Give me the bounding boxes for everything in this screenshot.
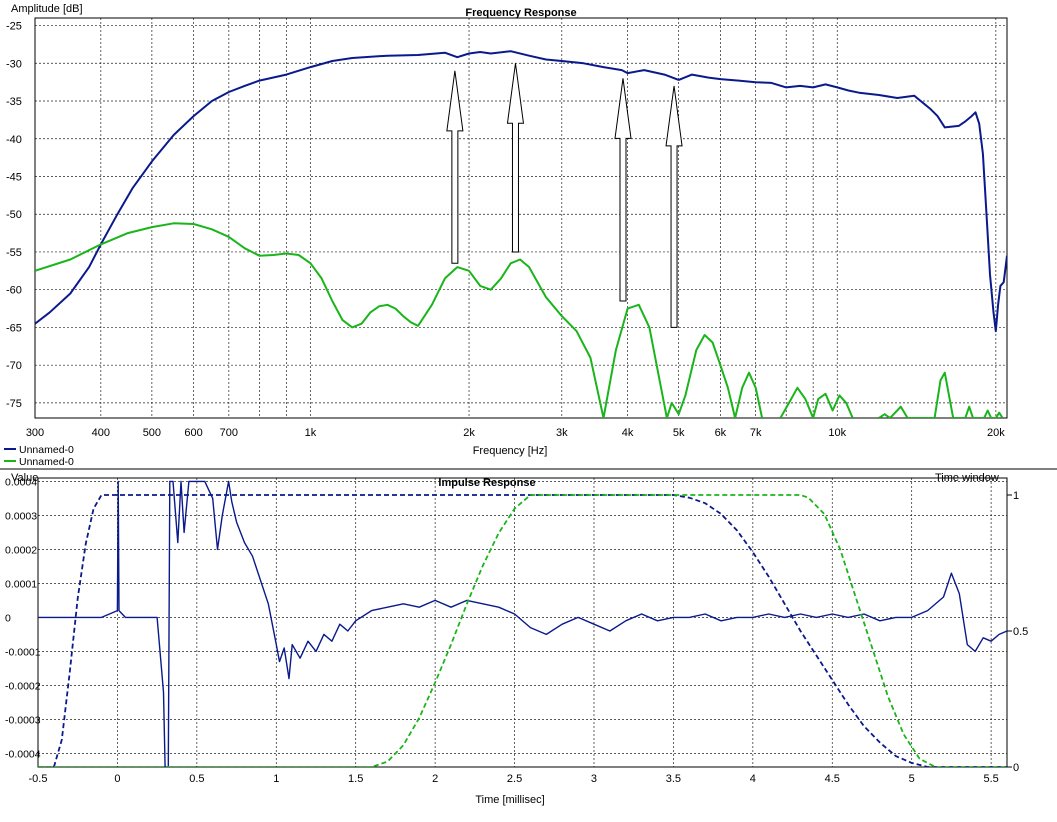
impulse-x-tick: 1.5 (348, 773, 363, 785)
impulse-x-tick: 4 (750, 773, 756, 785)
freq-x-tick: 4k (622, 427, 634, 439)
freq-y-tick: -75 (6, 398, 22, 410)
impulse-y-tick: 0 (5, 612, 11, 624)
freq-series-3 (878, 371, 1004, 418)
impulse-y-tick: -0.0004 (5, 748, 41, 760)
freq-grid (34, 18, 1007, 418)
freq-y-tick: -70 (6, 360, 22, 372)
impulse-y2-label: Time window (935, 472, 999, 484)
freq-arrow-1 (506, 63, 525, 253)
freq-x-tick: 300 (26, 427, 44, 439)
impulse-x-tick: 5.5 (983, 773, 998, 785)
freq-arrow-3 (665, 85, 683, 328)
impulse-x-label: Time [millisec] (475, 794, 544, 806)
impulse-y-tick: 0.0002 (5, 544, 37, 556)
freq-plot-frame (34, 17, 1008, 419)
freq-arrow-2 (614, 78, 632, 302)
stage: -25 -30 -35 -40 -45 -50 -55 -60 -65 -70 -75 300 400 5… (0, 0, 1057, 822)
freq-y-tick: -65 (6, 322, 22, 334)
impulse-series-window-blue (38, 494, 1007, 767)
impulse-x-tick: 0.5 (189, 773, 204, 785)
impulse-x-tick: 4.5 (825, 773, 840, 785)
impulse-series-window-green (38, 494, 1007, 767)
impulse-y2-tick: 0.5 (1013, 626, 1028, 638)
freq-y-tick: -50 (6, 209, 22, 221)
impulse-curves (38, 480, 1007, 767)
freq-x-tick: 10k (828, 427, 846, 439)
freq-y-tick: -25 (6, 21, 22, 33)
impulse-x-tick: 0 (114, 773, 120, 785)
freq-y-tick: -55 (6, 247, 22, 259)
impulse-x-tick: 3.5 (666, 773, 681, 785)
freq-x-tick: 600 (184, 427, 202, 439)
freq-x-tick: 1k (305, 427, 317, 439)
impulse-x-tick: 3 (591, 773, 597, 785)
freq-y-tick: -60 (6, 285, 22, 297)
freq-y-tick: -40 (6, 134, 22, 146)
impulse-y-tick: -0.0001 (5, 646, 41, 658)
impulse-x-tick: 1 (273, 773, 279, 785)
impulse-y-tick: 0.0003 (5, 510, 37, 522)
impulse-x-tick: 5 (909, 773, 915, 785)
freq-x-label: Frequency [Hz] (473, 445, 548, 457)
freq-x-tick: 400 (92, 427, 110, 439)
freq-x-tick: 2k (463, 427, 475, 439)
impulse-y2-tick: 0 (1013, 762, 1019, 774)
freq-x-tick: 3k (556, 427, 568, 439)
freq-y-tick: -45 (6, 171, 22, 183)
freq-x-tick: 500 (143, 427, 161, 439)
impulse-y-tick: -0.0002 (5, 680, 41, 692)
freq-x-tick: 7k (750, 427, 762, 439)
freq-y-tick: -30 (6, 58, 22, 70)
legend-label-0: Unnamed-0 (19, 444, 74, 456)
freq-series-1 (35, 222, 764, 418)
freq-series-0 (35, 50, 1007, 333)
freq-x-tick: 6k (715, 427, 727, 439)
freq-arrow-0 (446, 70, 464, 264)
impulse-y-tick: 0.0001 (5, 578, 37, 590)
freq-x-tick: 700 (220, 427, 238, 439)
charts-svg: -25-30-35-40-45-50-55-60-65-70-75300 400 5… (0, 3, 1057, 806)
freq-title: Frequency Response (465, 7, 576, 19)
impulse-y-label: Value (11, 472, 38, 484)
freq-y-tick: -35 (6, 96, 22, 108)
legend-label-1: Unnamed-0 (19, 456, 74, 468)
impulse-y-tick: -0.0003 (5, 714, 41, 726)
impulse-x-tick: 2.5 (507, 773, 522, 785)
freq-x-tick: 5k (673, 427, 685, 439)
impulse-x-tick: -0.5 (29, 773, 48, 785)
impulse-x-tick: 2 (432, 773, 438, 785)
freq-x-tick: 20k (987, 427, 1005, 439)
freq-y-label: Amplitude [dB] (11, 3, 83, 15)
impulse-y2-tick: 1 (1013, 490, 1019, 502)
impulse-title: Impulse Response (438, 477, 535, 489)
